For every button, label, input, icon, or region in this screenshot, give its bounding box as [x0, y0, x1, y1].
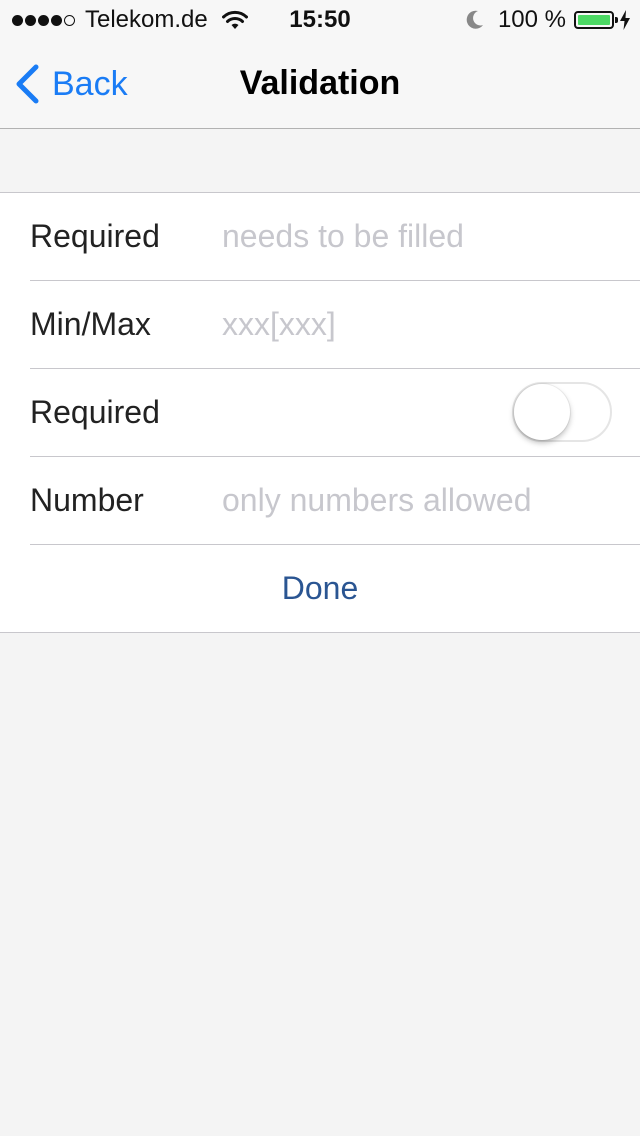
number-label: Number	[30, 482, 144, 518]
number-input[interactable]	[222, 482, 622, 519]
min-max-label: Min/Max	[30, 306, 151, 342]
min-max-input[interactable]	[222, 306, 622, 343]
charging-bolt-icon	[620, 10, 630, 30]
required-label: Required	[30, 218, 160, 254]
form-row-required-switch: Required	[30, 369, 640, 457]
status-right: 100 %	[466, 6, 630, 34]
form-row-number: Number	[30, 457, 640, 545]
toggle-knob	[514, 384, 570, 440]
form-row-min-max: Min/Max	[30, 281, 640, 369]
moon-icon	[466, 10, 484, 30]
status-bar: Telekom.de 15:50 100 %	[0, 0, 640, 40]
done-button[interactable]: Done	[0, 570, 640, 607]
battery-icon	[574, 11, 618, 29]
battery-percentage: 100 %	[497, 6, 566, 33]
required-switch-label: Required	[30, 394, 160, 430]
required-input[interactable]	[222, 218, 622, 255]
navigation-bar: Back Validation	[0, 40, 640, 129]
form-row-done: Done	[0, 545, 640, 632]
battery-nub	[615, 17, 618, 23]
validation-form: Required Min/Max Required Number Done	[0, 192, 640, 633]
form-row-required: Required	[30, 193, 640, 281]
battery-fill	[578, 15, 610, 25]
page-title: Validation	[239, 64, 401, 102]
required-toggle-switch[interactable]	[512, 382, 612, 442]
